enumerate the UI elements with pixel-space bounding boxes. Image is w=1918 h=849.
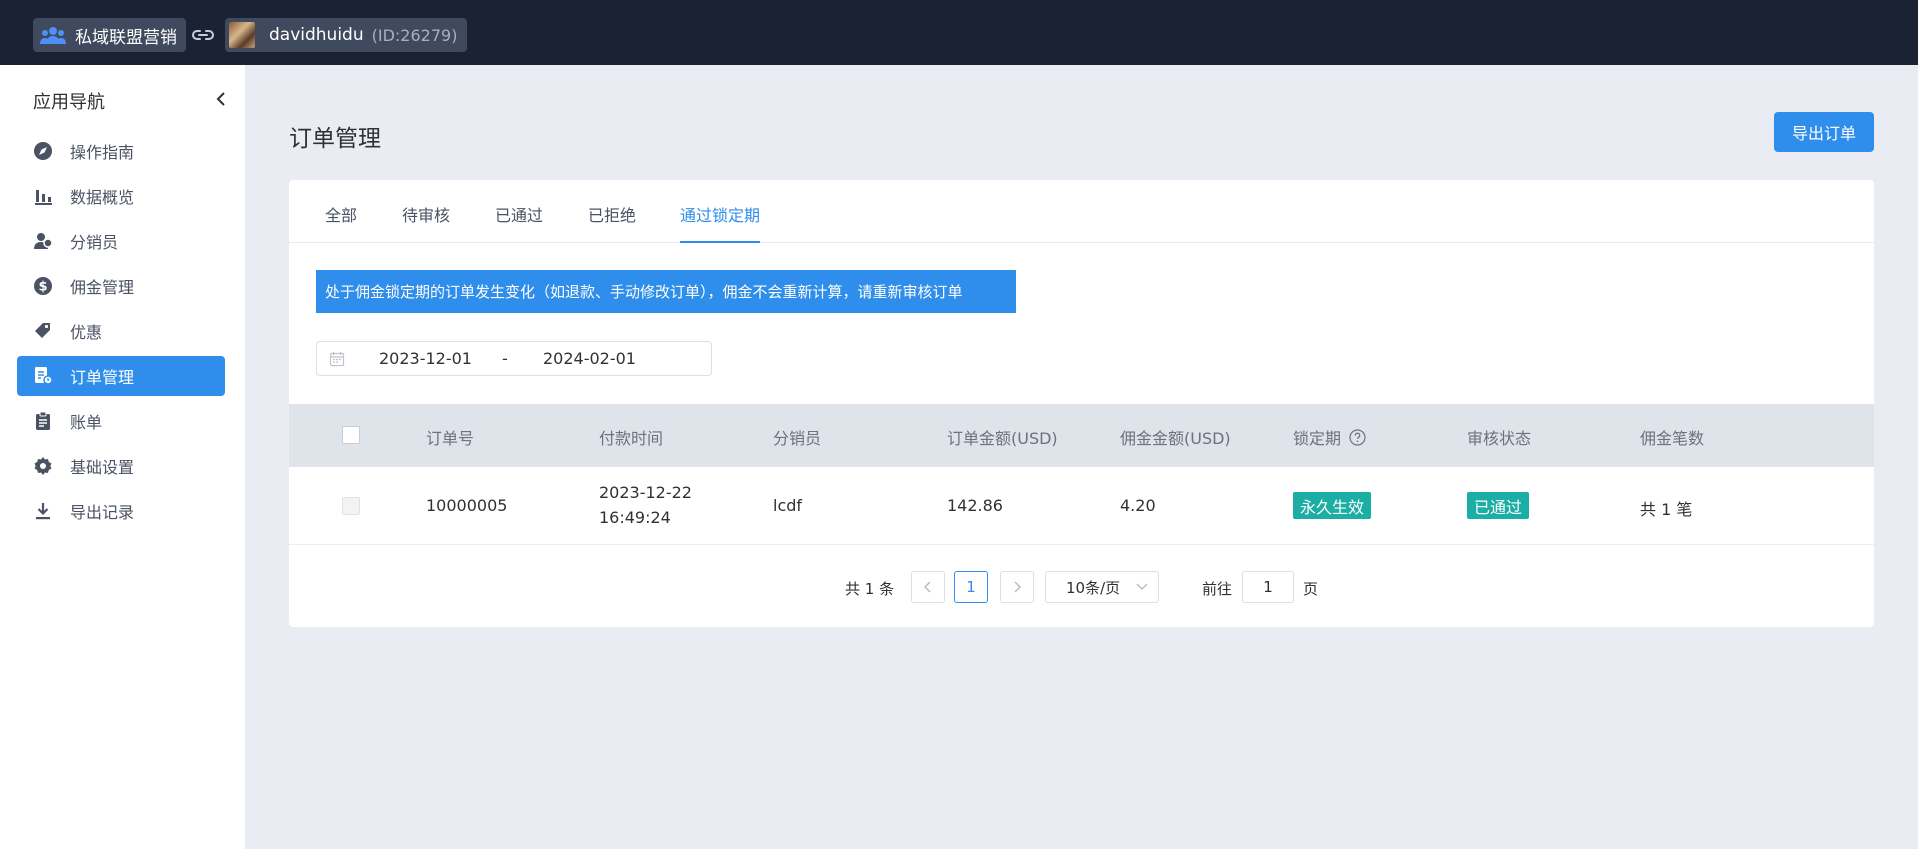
order-amount: 142.86 [947,496,1003,515]
column-order-no: 订单号 [426,429,475,448]
status-tabs: 全部 待审核 已通过 已拒绝 通过锁定期 [289,180,1874,243]
app-group-icon [39,24,67,46]
page-number-button[interactable]: 1 [954,571,988,603]
column-lock-period: 锁定期 [1293,425,1366,449]
status-badge: 已通过 [1467,492,1530,519]
page-size-select[interactable]: 10条/页 [1045,571,1159,603]
tab-pending[interactable]: 待审核 [402,202,450,243]
gear-icon [33,456,53,476]
start-date-input[interactable]: 2023-12-01 [379,349,472,368]
sidebar-item-guide[interactable]: 操作指南 [17,131,225,171]
sidebar: 应用导航 操作指南 数据概览 分销员 $ 佣金管理 优惠 订单管理 账单 基础设… [0,65,245,849]
user-group-icon [33,231,53,251]
sidebar-item-label: 优惠 [70,323,103,342]
shop-account[interactable]: davidhuidu (ID:26279) [225,18,468,52]
date-range-picker[interactable]: 2023-12-01 - 2024-02-01 [316,341,712,376]
column-distributor: 分销员 [773,429,822,448]
avatar [229,22,255,48]
lock-period-badge: 永久生效 [1293,492,1372,519]
user-name: davidhuidu [269,25,364,45]
goto-page-input[interactable]: 1 [1242,571,1294,603]
navigation-icon [33,141,53,161]
chevron-down-icon [1136,583,1148,590]
next-page-button[interactable] [1000,571,1034,603]
pay-time: 16:49:24 [599,508,671,527]
commission-amount: 4.20 [1120,496,1156,515]
tab-rejected[interactable]: 已拒绝 [588,202,636,243]
top-bar: 私域联盟营销 davidhuidu (ID:26279) [0,0,1918,65]
sidebar-nav: 操作指南 数据概览 分销员 $ 佣金管理 优惠 订单管理 账单 基础设置 导出记… [17,131,225,536]
sidebar-item-label: 基础设置 [70,458,135,477]
sidebar-item-label: 操作指南 [70,143,135,162]
help-icon[interactable] [1349,428,1366,446]
order-icon [33,366,53,386]
column-commission-count: 佣金笔数 [1640,429,1705,448]
sidebar-item-bills[interactable]: 账单 [17,401,225,441]
order-no: 10000005 [426,496,508,515]
distributor-name: lcdf [773,496,803,515]
pagination: 共 1 条 1 10条/页 前往 1 页 [289,570,1874,604]
notice-banner: 处于佣金锁定期的订单发生变化（如退款、手动修改订单），佣金不会重新计算，请重新审… [316,270,1016,313]
sidebar-item-label: 订单管理 [70,368,135,387]
page-size-value: 10条/页 [1066,578,1121,597]
chevron-left-icon [923,581,931,593]
calendar-icon [329,351,345,367]
tag-icon [33,321,53,341]
link-icon [191,24,215,46]
column-commission-amount: 佣金金额(USD) [1120,429,1231,448]
table-row: 10000005 2023-12-22 16:49:24 lcdf 142.86… [289,467,1874,545]
column-lock-period-label: 锁定期 [1293,429,1342,448]
user-id: (ID:26279) [371,25,458,45]
page-suffix: 页 [1303,580,1319,598]
tab-lock-period-passed[interactable]: 通过锁定期 [680,202,761,243]
sidebar-item-label: 导出记录 [70,503,135,522]
select-all-checkbox[interactable] [342,426,360,444]
chevron-left-icon[interactable] [213,90,231,108]
app-name: 私域联盟营销 [75,27,177,48]
sidebar-item-settings[interactable]: 基础设置 [17,446,225,486]
orders-card: 全部 待审核 已通过 已拒绝 通过锁定期 处于佣金锁定期的订单发生变化（如退款、… [289,180,1874,627]
tab-approved[interactable]: 已通过 [495,202,543,243]
sidebar-item-overview[interactable]: 数据概览 [17,176,225,216]
sidebar-item-commission[interactable]: $ 佣金管理 [17,266,225,306]
dollar-icon: $ [33,276,53,296]
sidebar-item-label: 数据概览 [70,188,135,207]
download-icon [33,501,53,521]
bar-chart-icon [33,186,53,206]
app-switcher[interactable]: 私域联盟营销 [33,18,186,52]
pagination-total: 共 1 条 [845,580,895,598]
sidebar-item-discount[interactable]: 优惠 [17,311,225,351]
sidebar-item-export-records[interactable]: 导出记录 [17,491,225,531]
clipboard-icon [33,411,53,431]
sidebar-item-label: 分销员 [70,233,119,252]
sidebar-item-label: 佣金管理 [70,278,135,297]
commission-count: 共 1 笔 [1640,500,1693,519]
column-pay-time: 付款时间 [599,429,664,448]
export-orders-button[interactable]: 导出订单 [1774,112,1874,152]
date-range-separator: - [502,349,508,368]
goto-label: 前往 [1202,580,1233,598]
column-review-status: 审核状态 [1467,429,1532,448]
sidebar-item-label: 账单 [70,413,103,432]
end-date-input[interactable]: 2024-02-01 [543,349,636,368]
sidebar-title: 应用导航 [33,92,105,113]
prev-page-button[interactable] [911,571,945,603]
row-checkbox[interactable] [342,497,360,515]
tab-all[interactable]: 全部 [325,202,357,243]
table-header: 订单号 付款时间 分销员 订单金额(USD) 佣金金额(USD) 锁定期 审核状… [289,404,1874,467]
chevron-right-icon [1014,581,1022,593]
pay-date: 2023-12-22 [599,483,692,502]
sidebar-item-orders[interactable]: 订单管理 [17,356,225,396]
sidebar-item-distributors[interactable]: 分销员 [17,221,225,261]
page-title: 订单管理 [289,126,381,152]
svg-text:$: $ [38,280,47,295]
column-order-amount: 订单金额(USD) [947,429,1058,448]
